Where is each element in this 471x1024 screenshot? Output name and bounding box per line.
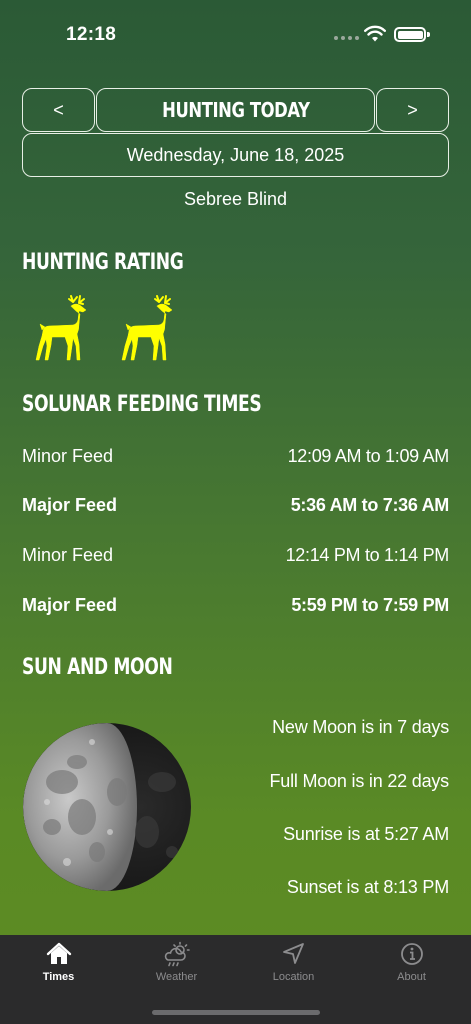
feed-time: 12:09 AM to 1:09 AM [287,446,450,466]
feed-label: Minor Feed [22,446,114,466]
feed-row-minor: Minor Feed 12:09 AM to 1:09 AM [22,446,449,470]
feed-time: 5:36 AM to 7:36 AM [290,495,450,515]
status-time: 12:18 [66,24,117,45]
feed-time: 5:59 PM to 7:59 PM [291,595,449,615]
deer-icon [121,295,173,361]
tab-times[interactable]: Times [0,941,117,983]
deer-icon [35,295,87,361]
page-title: HUNTING TODAY [96,88,375,132]
status-bar: 12:18 [0,0,471,64]
battery-tip [427,32,430,37]
tab-label: Location [272,971,315,983]
tab-about[interactable]: About [353,941,470,983]
feed-row-major: Major Feed 5:59 PM to 7:59 PM [22,595,449,619]
sunrise-info: Sunrise is at 5:27 AM [283,824,449,844]
hunting-rating-heading: HUNTING RATING [22,250,184,275]
feed-time: 12:14 PM to 1:14 PM [285,545,450,565]
tab-location[interactable]: Location [235,941,352,983]
house-icon [46,942,71,964]
previous-day-button[interactable]: < [22,88,95,132]
feed-row-major: Major Feed 5:36 AM to 7:36 AM [22,495,449,519]
info-icon [400,943,423,965]
battery-icon [394,27,426,42]
location-arrow-icon [282,943,304,964]
tab-label: Times [42,971,75,983]
day-navigation: < HUNTING TODAY > [22,88,449,132]
location-name: Sebree Blind [183,189,288,209]
home-indicator [152,1010,320,1015]
feed-row-minor: Minor Feed 12:14 PM to 1:14 PM [22,545,449,569]
moon-phase-icon [23,723,191,891]
signal-dots-icon [334,36,359,40]
tab-label: About [397,971,426,983]
feed-label: Minor Feed [22,545,114,565]
hunting-rating-deer [33,294,179,364]
page-title-text: HUNTING TODAY [161,98,310,122]
solunar-heading: SOLUNAR FEEDING TIMES [22,392,262,417]
new-moon-info: New Moon is in 7 days [272,717,449,737]
wifi-icon [364,25,386,42]
sunset-info: Sunset is at 8:13 PM [286,877,449,897]
tab-weather[interactable]: Weather [118,941,235,983]
next-day-button[interactable]: > [376,88,449,132]
tab-label: Weather [155,971,198,983]
sun-moon-heading: SUN AND MOON [22,655,173,680]
date-display[interactable]: Wednesday, June 18, 2025 [22,133,449,177]
feed-label: Major Feed [22,495,118,515]
full-moon-info: Full Moon is in 22 days [269,771,450,791]
feed-label: Major Feed [22,595,118,615]
cloud-sun-icon [164,941,190,967]
